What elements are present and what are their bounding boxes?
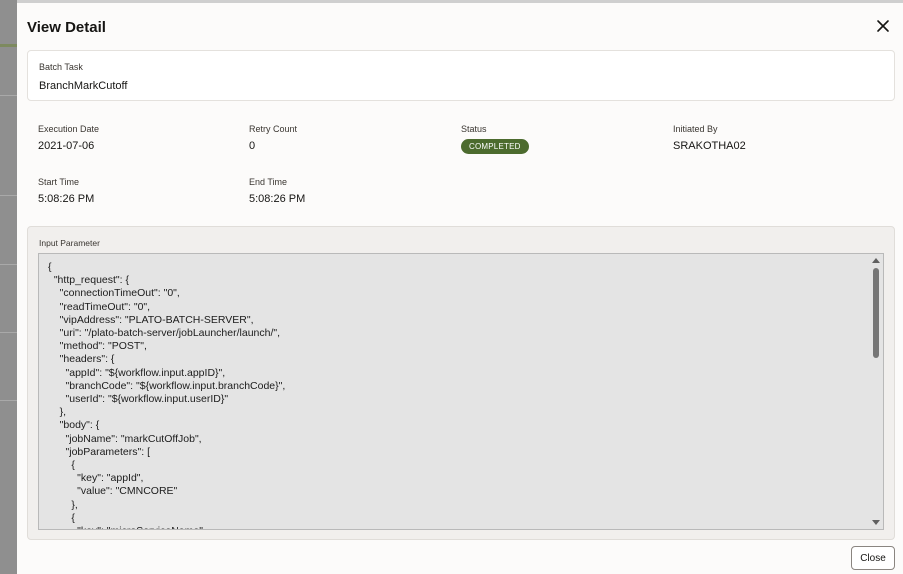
background-divider [0,400,17,401]
background-divider [0,95,17,96]
retry-count-label: Retry Count [249,124,298,134]
vertical-scrollbar[interactable] [871,256,881,527]
end-time-value: 5:08:26 PM [249,193,306,205]
initiated-by-label: Initiated By [673,124,718,134]
background-divider [0,195,17,196]
batch-task-label: Batch Task [39,62,83,72]
background-accent [0,44,17,47]
background-divider [0,264,17,265]
input-parameter-textarea[interactable]: { "http_request": { "connectionTimeOut":… [38,253,884,530]
close-x-icon[interactable] [873,16,893,36]
execution-date-label: Execution Date [38,124,100,134]
status-badge: COMPLETED [461,139,529,154]
input-parameter-panel: Input Parameter { "http_request": { "con… [27,226,895,540]
view-detail-dialog: View Detail Batch Task BranchMarkCutoff … [17,3,903,574]
background-divider [0,332,17,333]
status-label: Status [461,124,487,134]
close-button[interactable]: Close [851,546,895,570]
start-time-label: Start Time [38,177,80,187]
scroll-up-arrow-icon[interactable] [872,258,880,263]
scroll-thumb[interactable] [873,268,879,358]
start-time-value: 5:08:26 PM [38,193,95,205]
scroll-down-arrow-icon[interactable] [872,520,880,525]
initiated-by-value: SRAKOTHA02 [673,140,746,152]
end-time-label: End Time [249,177,288,187]
dialog-title: View Detail [27,19,106,36]
retry-count-value: 0 [249,140,256,152]
input-parameter-code: { "http_request": { "connectionTimeOut":… [48,261,286,529]
batch-task-card: Batch Task BranchMarkCutoff [27,50,895,101]
input-parameter-label: Input Parameter [39,238,100,248]
background-page-edge [0,0,17,574]
batch-task-value: BranchMarkCutoff [39,80,128,92]
execution-date-value: 2021-07-06 [38,140,95,152]
